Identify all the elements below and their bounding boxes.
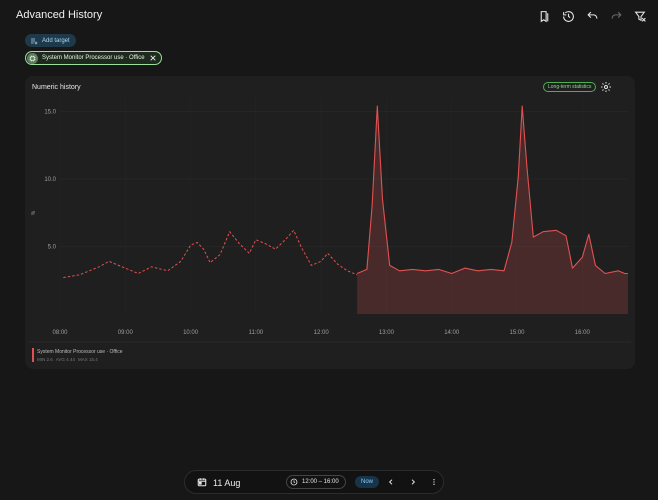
x-tick-label: 15:00	[510, 330, 526, 336]
bookmark-button[interactable]	[534, 6, 554, 26]
time-range-chip[interactable]: 12:00 – 16:00	[286, 475, 346, 489]
history-icon	[562, 10, 574, 22]
target-chip-label: System Monitor Processor use · Office	[42, 55, 145, 61]
remove-target-button[interactable]	[149, 54, 157, 62]
calendar-icon[interactable]	[197, 477, 207, 487]
legend-avg: AVG 4.44	[55, 357, 75, 362]
next-button[interactable]	[407, 476, 419, 488]
legend-series-name[interactable]: System Monitor Processor use · Office	[37, 349, 123, 355]
selected-date[interactable]: 11 Aug	[213, 478, 240, 488]
close-icon	[149, 55, 156, 61]
now-button[interactable]: Now	[355, 476, 380, 488]
more-button[interactable]	[428, 476, 440, 488]
x-tick-label: 14:00	[444, 330, 460, 336]
legend-color-swatch	[32, 348, 34, 362]
x-tick-label: 12:00	[314, 330, 330, 336]
date-navigation-bar: 11 Aug 12:00 – 16:00 Now	[184, 470, 444, 494]
target-chip[interactable]: System Monitor Processor use · Office	[25, 51, 162, 65]
chevron-left-icon	[388, 479, 393, 485]
history-button[interactable]	[558, 6, 578, 26]
numeric-history-card: Numeric history Long-term statistics 5.0…	[25, 76, 635, 369]
redo-button[interactable]	[606, 6, 626, 26]
add-target-label: Add target	[42, 37, 70, 44]
y-tick-label: 5.0	[48, 245, 57, 251]
series-history-area	[357, 106, 628, 314]
add-list-icon	[31, 38, 38, 44]
time-range-label: 12:00 – 16:00	[302, 479, 339, 485]
page-title: Advanced History	[16, 9, 103, 21]
x-tick-label: 09:00	[118, 330, 134, 336]
previous-button[interactable]	[385, 476, 397, 488]
undo-icon	[586, 11, 597, 19]
legend-stats: MIN 2.6 AVG 4.44 MAX 15.4	[37, 357, 98, 362]
chip-avatar	[27, 52, 38, 64]
x-tick-label: 08:00	[52, 330, 68, 336]
x-tick-label: 16:00	[575, 330, 591, 336]
x-tick-label: 11:00	[249, 330, 264, 336]
top-bar: Advanced History	[0, 0, 658, 32]
y-axis-label: %	[31, 210, 37, 215]
series-statistics-line	[63, 229, 358, 279]
chevron-right-icon	[411, 479, 416, 485]
redo-icon	[611, 11, 622, 19]
x-tick-label: 10:00	[183, 330, 199, 336]
y-tick-label: 10.0	[44, 177, 56, 183]
filter-off-icon	[634, 11, 646, 22]
clock-icon	[290, 478, 298, 486]
bookmark-icon	[540, 10, 548, 22]
undo-button[interactable]	[582, 6, 602, 26]
legend-min: MIN 2.6	[37, 357, 53, 362]
cpu-icon	[29, 55, 36, 61]
x-tick-label: 13:00	[379, 330, 395, 336]
more-vertical-icon	[433, 479, 435, 485]
legend-max: MAX 15.4	[77, 357, 98, 362]
clear-filter-button[interactable]	[630, 6, 650, 26]
y-tick-label: 15.0	[44, 110, 56, 116]
header-actions	[534, 6, 650, 26]
history-chart[interactable]: 5.0 10.0 15.0 08:00 09:00 10:00 11:00 12:00 13:0…	[25, 76, 635, 346]
add-target-button[interactable]: Add target	[25, 34, 76, 47]
